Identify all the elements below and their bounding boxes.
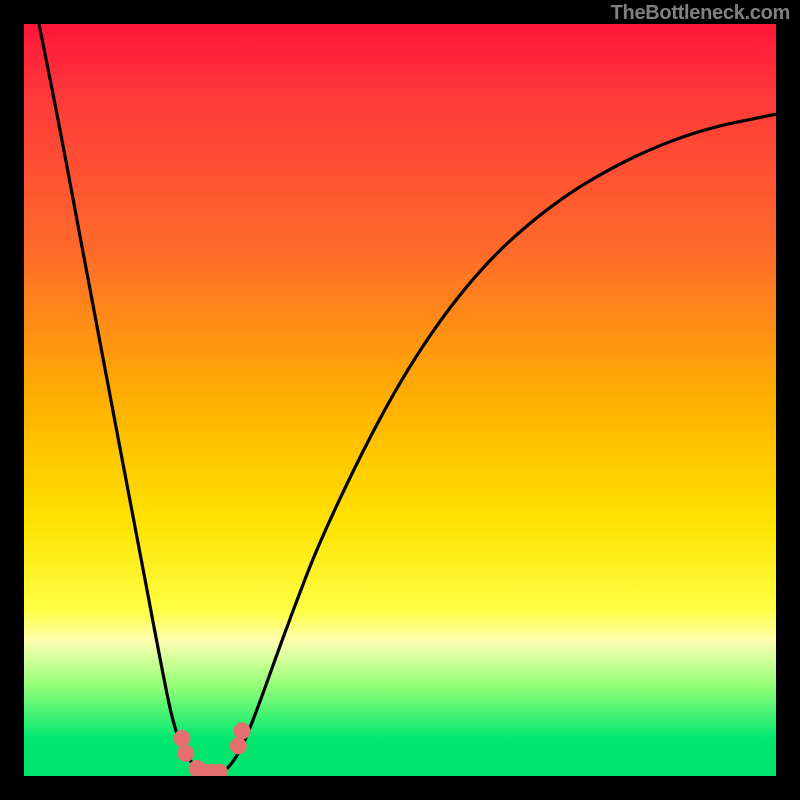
data-point [177, 745, 194, 762]
chart-frame: TheBottleneck.com [0, 0, 800, 800]
chart-svg [24, 24, 776, 776]
data-point [234, 722, 251, 739]
watermark-text: TheBottleneck.com [611, 2, 790, 25]
bottleneck-curve [39, 24, 776, 776]
data-point-markers [173, 722, 250, 776]
data-point [230, 737, 247, 754]
data-point [173, 730, 190, 747]
